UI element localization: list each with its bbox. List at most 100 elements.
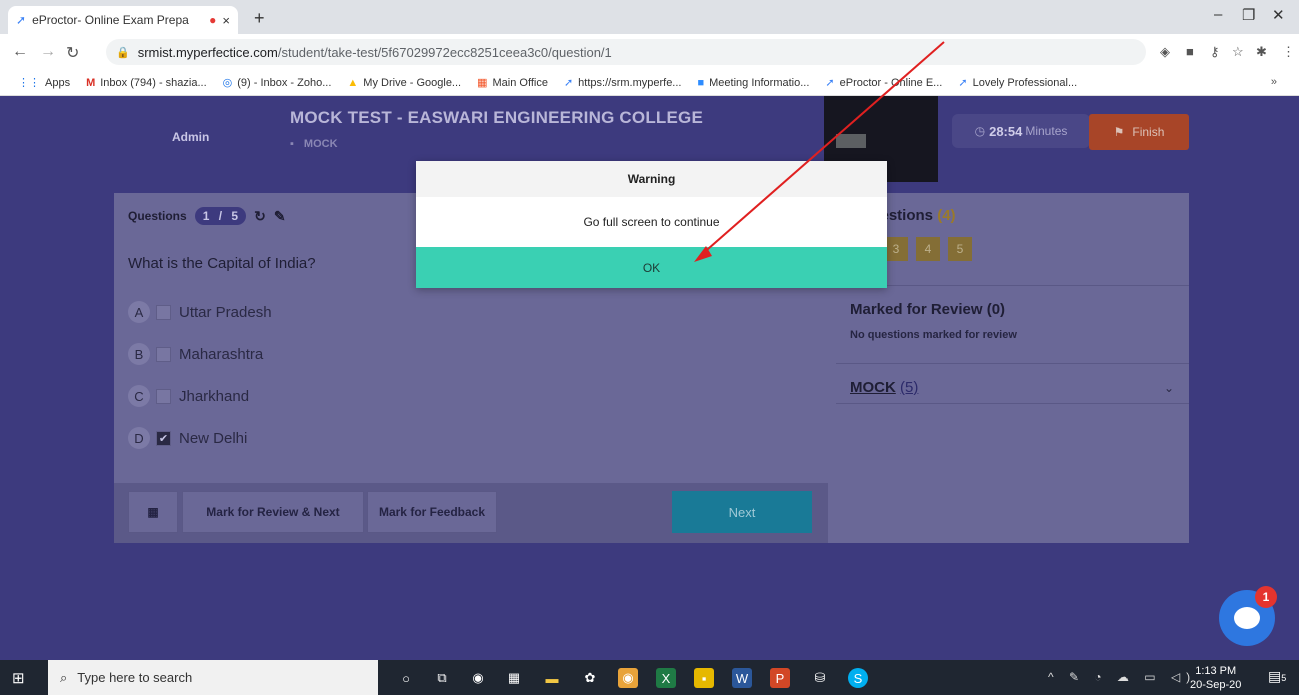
- modal-title: Warning: [416, 161, 887, 197]
- bookmarks-more-button[interactable]: »: [1271, 76, 1277, 88]
- camera-icon[interactable]: ■: [1186, 44, 1194, 59]
- option-b[interactable]: B Maharashtra: [128, 343, 263, 365]
- recording-icon: ●: [209, 13, 217, 27]
- lock-icon: 🔒: [116, 46, 130, 59]
- bookmark-meeting[interactable]: ■ Meeting Informatio...: [697, 77, 809, 89]
- calculator-button[interactable]: ▦: [128, 491, 178, 533]
- bookmark-lovely[interactable]: ➚ Lovely Professional...: [958, 76, 1077, 90]
- search-icon: ⌕: [60, 669, 68, 685]
- perfectice-icon: ➚: [958, 77, 968, 89]
- windows-start-icon[interactable]: ⊞: [12, 669, 25, 687]
- divider: [836, 285, 1189, 286]
- back-icon[interactable]: ←: [12, 43, 28, 61]
- bookmark-drive[interactable]: ▲ My Drive - Google...: [347, 77, 461, 89]
- refresh-icon[interactable]: ↻: [254, 208, 266, 225]
- bookmark-eproctor[interactable]: ➚ eProctor - Online E...: [825, 76, 942, 90]
- option-c[interactable]: C Jharkhand: [128, 385, 249, 407]
- bookmark-zoho[interactable]: ◎ (9) - Inbox - Zoho...: [222, 76, 332, 90]
- system-tray-icons[interactable]: ^ ✎ ◔ ☁ ▭ ◁): [1048, 670, 1196, 684]
- question-progress-pill: 1 / 5: [194, 207, 247, 225]
- close-tab-icon[interactable]: ×: [222, 13, 230, 28]
- key-icon[interactable]: ⚷: [1210, 44, 1220, 60]
- browser-tab-bar: ➚ eProctor- Online Exam Prepa ● × + – ❐ …: [0, 0, 1299, 34]
- unanswered-list: 3 4 5: [884, 237, 980, 261]
- option-a[interactable]: A Uttar Pradesh: [128, 301, 272, 323]
- perfectice-icon: ➚: [825, 77, 835, 89]
- word-icon[interactable]: W: [732, 668, 752, 688]
- extension-icon[interactable]: ◈: [1160, 44, 1170, 60]
- divider: [836, 403, 1189, 404]
- review-title: Marked for Review (0): [850, 301, 1006, 318]
- task-view-icon[interactable]: ⧉: [432, 668, 452, 688]
- mark-review-next-button[interactable]: Mark for Review & Next: [182, 491, 364, 533]
- star-icon[interactable]: ☆: [1232, 44, 1244, 60]
- chat-badge: 1: [1255, 586, 1277, 608]
- minimize-icon[interactable]: –: [1214, 6, 1222, 23]
- browser-tab[interactable]: ➚ eProctor- Online Exam Prepa ● ×: [8, 6, 238, 34]
- timer-unit: Minutes: [1025, 124, 1068, 138]
- warning-modal: Warning Go full screen to continue OK: [416, 161, 887, 288]
- perfectice-favicon-icon: ➚: [16, 13, 27, 27]
- next-button[interactable]: Next: [672, 491, 812, 533]
- file-explorer-icon[interactable]: ▬: [542, 668, 562, 688]
- url-path: /student/take-test/5f67029972ecc8251ceea…: [277, 44, 612, 60]
- bookmark-apps[interactable]: ⋮⋮ Apps: [18, 76, 70, 90]
- question-footer: ▦ Mark for Review & Next Mark for Feedba…: [114, 483, 828, 543]
- perfectice-icon: ➚: [563, 77, 574, 89]
- network-app-icon[interactable]: ⛁: [810, 668, 830, 688]
- chat-icon: [1234, 607, 1260, 629]
- restore-icon[interactable]: ❐: [1242, 6, 1255, 24]
- bookmark-main-office[interactable]: ▦ Main Office: [477, 76, 548, 90]
- divider: [836, 363, 1189, 364]
- bookmark-gmail[interactable]: M Inbox (794) - shazia...: [86, 77, 207, 89]
- address-toolbar: ← → ↻ 🔒 srmist.myperfectice.com /student…: [0, 34, 1299, 70]
- question-number-button[interactable]: 4: [916, 237, 940, 261]
- option-d[interactable]: D ✔ New Delhi: [128, 427, 247, 449]
- option-c-checkbox[interactable]: [156, 388, 171, 404]
- zoom-icon: ■: [697, 76, 705, 89]
- question-number-button[interactable]: 5: [948, 237, 972, 261]
- zoho-mail-icon: ◎: [222, 77, 233, 89]
- chrome-icon[interactable]: ◉: [618, 668, 638, 688]
- option-a-checkbox[interactable]: [156, 304, 171, 320]
- media-player-icon[interactable]: ◉: [468, 668, 488, 688]
- question-number-button[interactable]: 3: [884, 237, 908, 261]
- menu-icon[interactable]: ⋮: [1282, 44, 1295, 60]
- chat-widget-button[interactable]: 1: [1219, 586, 1277, 646]
- exam-type: ▪ MOCK: [290, 138, 338, 150]
- url-host: srmist.myperfectice.com: [137, 44, 278, 60]
- exam-title: MOCK TEST - EASWARI ENGINEERING COLLEGE: [290, 108, 703, 127]
- settings-icon[interactable]: ✿: [580, 668, 600, 688]
- taskbar-clock[interactable]: 1:13 PM 20-Sep-20: [1190, 664, 1241, 692]
- forward-icon[interactable]: →: [40, 43, 56, 61]
- close-window-icon[interactable]: ✕: [1272, 6, 1285, 24]
- save-icon: ▪: [290, 138, 294, 150]
- option-d-checkbox[interactable]: ✔: [156, 430, 171, 446]
- sticky-notes-icon[interactable]: ▪: [694, 668, 714, 688]
- chevron-down-icon[interactable]: ⌄: [1164, 381, 1174, 395]
- ok-button[interactable]: OK: [416, 247, 887, 288]
- finish-button[interactable]: ⚑ Finish: [1089, 114, 1189, 150]
- cortana-icon[interactable]: ○: [396, 668, 416, 688]
- brush-icon[interactable]: ✎: [274, 208, 286, 225]
- reload-icon[interactable]: ↻: [66, 43, 79, 63]
- taskbar-search[interactable]: ⌕ Type here to search: [48, 660, 378, 695]
- tab-title: eProctor- Online Exam Prepa: [32, 13, 189, 27]
- bookmark-srm[interactable]: ➚ https://srm.myperfe...: [563, 76, 682, 90]
- google-drive-icon: ▲: [347, 76, 359, 89]
- url-bar[interactable]: 🔒 srmist.myperfectice.com /student/take-…: [106, 39, 1146, 65]
- option-b-checkbox[interactable]: [156, 346, 171, 362]
- question-text: What is the Capital of India?: [128, 255, 316, 272]
- excel-icon[interactable]: X: [656, 668, 676, 688]
- mark-feedback-button[interactable]: Mark for Feedback: [367, 491, 497, 533]
- section-mock[interactable]: MOCK (5): [850, 379, 918, 396]
- calculator-icon: ▦: [147, 505, 159, 519]
- powerpoint-icon[interactable]: P: [770, 668, 790, 688]
- review-text: No questions marked for review: [850, 329, 1017, 341]
- new-tab-button[interactable]: +: [254, 8, 265, 29]
- skype-icon[interactable]: S: [848, 668, 868, 688]
- timer-value: 28:54: [989, 123, 1023, 139]
- calculator-app-icon[interactable]: ▦: [504, 668, 524, 688]
- puzzle-icon[interactable]: ✱: [1256, 44, 1267, 60]
- notifications-icon[interactable]: ▤5: [1268, 668, 1286, 685]
